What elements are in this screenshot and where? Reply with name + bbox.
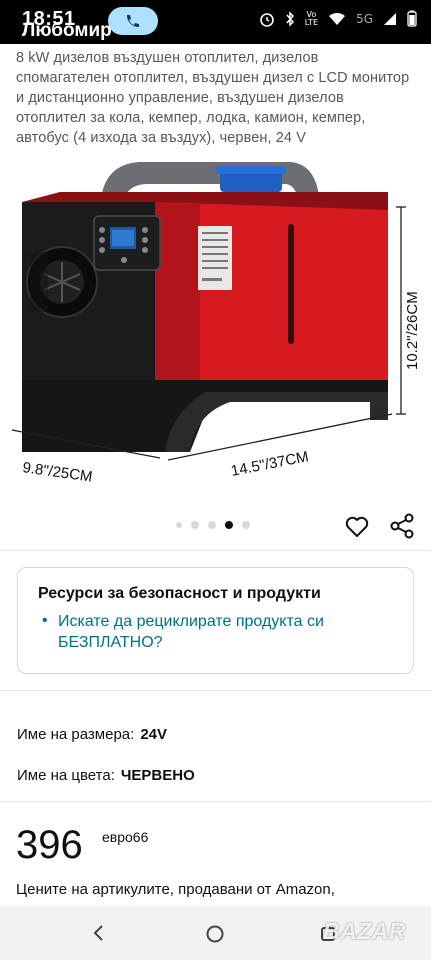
image-carousel-dots[interactable] bbox=[176, 521, 250, 529]
battery-icon bbox=[407, 10, 417, 27]
carousel-dot-active[interactable] bbox=[225, 521, 233, 529]
price-amount: 396 bbox=[16, 823, 83, 867]
color-value: ЧЕРВЕНО bbox=[120, 767, 195, 784]
dimension-height-label: 10.2"/26CM bbox=[404, 291, 421, 370]
product-image[interactable]: 9.8"/25CM 14.5"/37CM 10.2"/26CM bbox=[0, 152, 431, 492]
heart-icon[interactable] bbox=[343, 513, 371, 541]
divider bbox=[0, 550, 431, 551]
watermark-logo: BAZAR bbox=[323, 918, 406, 944]
back-icon[interactable] bbox=[90, 924, 108, 942]
size-value: 24V bbox=[140, 726, 168, 743]
bluetooth-icon bbox=[286, 10, 294, 27]
call-indicator[interactable] bbox=[108, 7, 158, 35]
color-variation-row[interactable]: Име на цвета: ЧЕРВЕНО bbox=[17, 767, 195, 784]
status-bar: 18:51 Любомир Vo LTE 5G bbox=[0, 0, 431, 44]
carousel-dot[interactable] bbox=[208, 521, 216, 529]
recycle-link[interactable]: Искате да рециклирате продукта си БЕЗПЛА… bbox=[58, 611, 388, 653]
phone-icon bbox=[127, 15, 139, 27]
bullet-icon: • bbox=[42, 612, 48, 629]
status-name-overlay: Любомир bbox=[22, 20, 112, 41]
carousel-dot[interactable] bbox=[242, 521, 250, 529]
wifi-icon bbox=[329, 12, 346, 25]
product-title: 8 kW дизелов въздушен отоплител, дизелов… bbox=[16, 50, 410, 146]
volte-icon: Vo LTE bbox=[304, 9, 319, 27]
carousel-dot[interactable] bbox=[191, 521, 199, 529]
status-icons: Vo LTE 5G bbox=[259, 10, 417, 27]
dimension-length-label: 14.5"/37CM bbox=[230, 448, 311, 480]
size-variation-row[interactable]: Име на размера: 24V bbox=[17, 726, 167, 743]
color-label: Име на цвета: bbox=[17, 767, 115, 784]
resources-card-title: Ресурси за безопасност и продукти bbox=[38, 585, 321, 602]
alarm-icon bbox=[259, 12, 274, 27]
price-note: Цените на артикулите, продавани от Amazo… bbox=[16, 881, 335, 898]
share-icon[interactable] bbox=[388, 512, 416, 540]
dimension-width-label: 9.8"/25CM bbox=[21, 459, 93, 486]
resources-card: Ресурси за безопасност и продукти • Иска… bbox=[17, 567, 414, 674]
divider bbox=[0, 690, 431, 691]
carousel-dot[interactable] bbox=[176, 522, 182, 528]
signal-icon bbox=[384, 12, 396, 25]
divider bbox=[0, 801, 431, 802]
size-label: Име на размера: bbox=[17, 726, 135, 743]
price-suffix: евро66 bbox=[102, 829, 149, 845]
5g-signal-icon: 5G bbox=[356, 11, 373, 26]
home-icon[interactable] bbox=[205, 924, 225, 944]
